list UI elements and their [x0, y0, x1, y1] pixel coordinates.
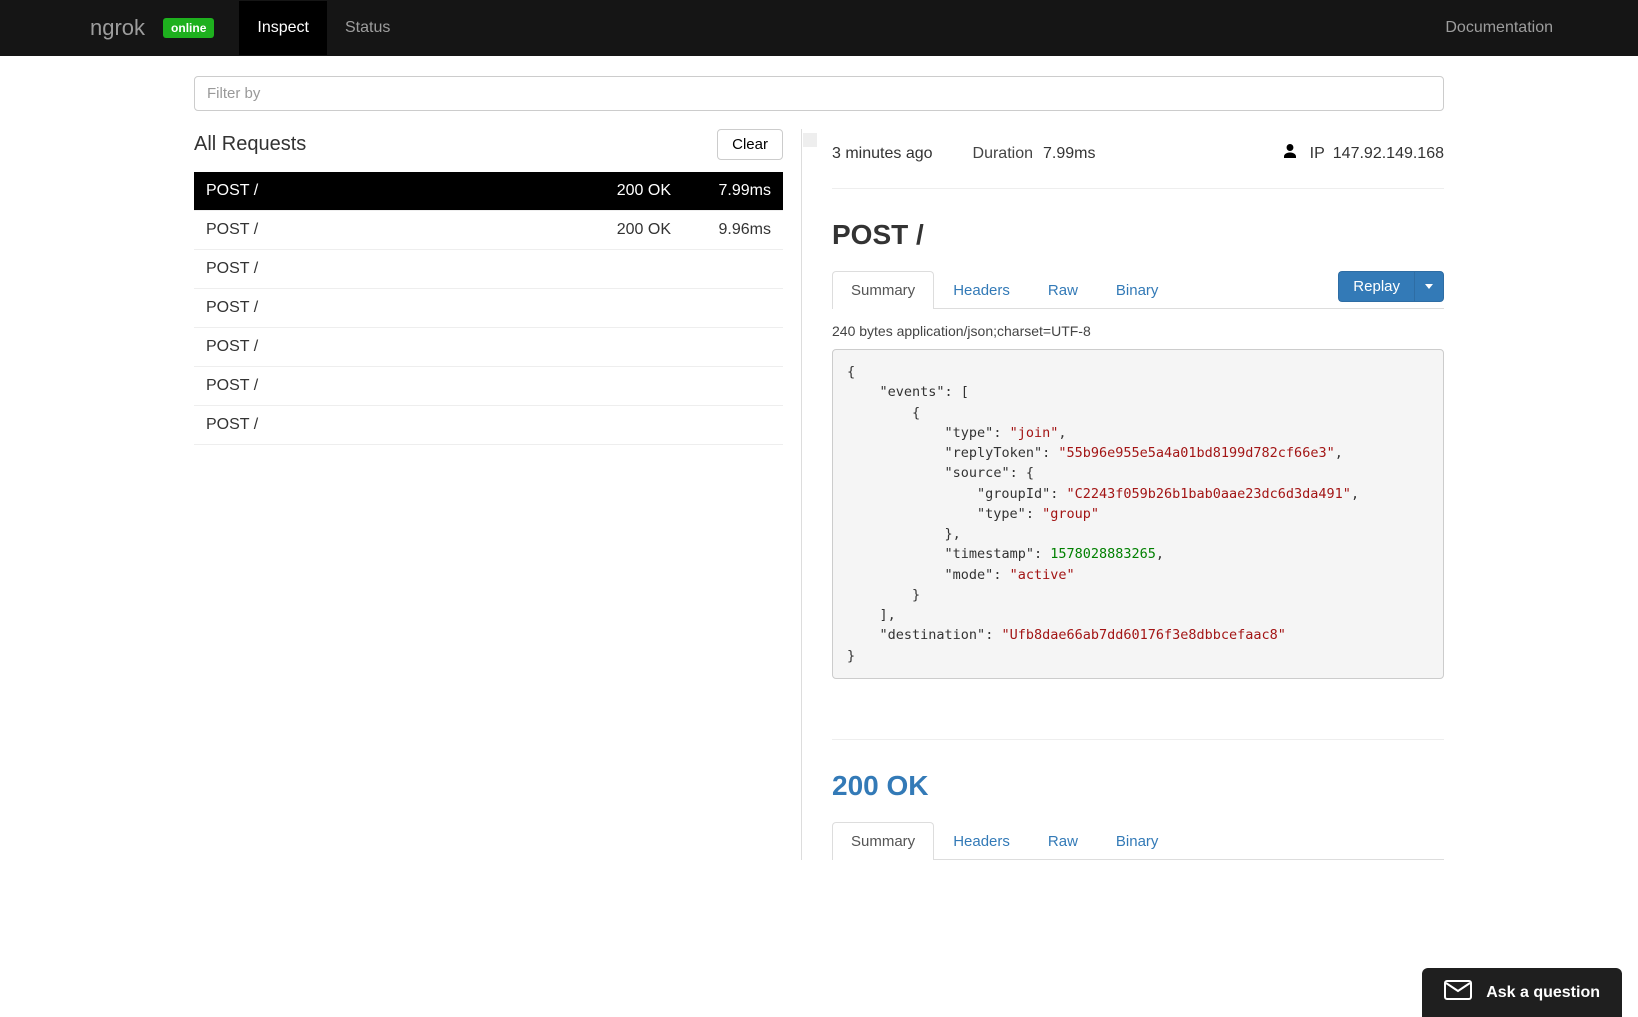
request-row[interactable]: POST / — [194, 406, 783, 445]
request-status — [551, 299, 671, 317]
tab-binary[interactable]: Binary — [1097, 271, 1178, 309]
panes: All Requests Clear POST /200 OK7.99msPOS… — [194, 129, 1444, 860]
detail-meta: 3 minutes ago Duration 7.99ms IP 147.92.… — [832, 129, 1444, 189]
divider-line — [801, 129, 802, 860]
request-heading: POST / — [832, 219, 1444, 251]
request-status — [551, 260, 671, 278]
request-row[interactable]: POST /200 OK9.96ms — [194, 211, 783, 250]
ip-label: IP — [1310, 145, 1325, 163]
request-body-json: { "events": [ { "type": "join", "replyTo… — [832, 349, 1444, 679]
clear-button[interactable]: Clear — [717, 129, 783, 160]
response-tabs: Summary Headers Raw Binary — [832, 822, 1444, 860]
request-list-header: All Requests Clear — [194, 129, 783, 172]
request-row[interactable]: POST / — [194, 250, 783, 289]
request-method-path: POST / — [206, 299, 551, 317]
filter-input[interactable] — [194, 76, 1444, 111]
resp-tab-headers[interactable]: Headers — [934, 822, 1029, 860]
request-age: 3 minutes ago — [832, 145, 933, 163]
request-method-path: POST / — [206, 182, 551, 200]
request-status — [551, 416, 671, 434]
request-time: 9.96ms — [671, 221, 771, 239]
request-row[interactable]: POST / — [194, 367, 783, 406]
request-list: POST /200 OK7.99msPOST /200 OK9.96msPOST… — [194, 172, 783, 445]
request-time — [671, 416, 771, 434]
tab-headers[interactable]: Headers — [934, 271, 1029, 309]
navbar: ngrok online Inspect Status Documentatio… — [0, 0, 1638, 56]
request-time — [671, 377, 771, 395]
request-status — [551, 338, 671, 356]
nav-status[interactable]: Status — [327, 1, 408, 55]
scroll-hint-up — [803, 133, 817, 147]
body-meta: 240 bytes application/json;charset=UTF-8 — [832, 323, 1444, 339]
navbar-left: ngrok online Inspect Status — [20, 1, 1445, 55]
request-list-title: All Requests — [194, 133, 306, 156]
request-row[interactable]: POST /200 OK7.99ms — [194, 172, 783, 211]
detail-pane: 3 minutes ago Duration 7.99ms IP 147.92.… — [818, 129, 1444, 860]
request-row[interactable]: POST / — [194, 328, 783, 367]
request-method-path: POST / — [206, 416, 551, 434]
mail-icon — [1444, 980, 1472, 1005]
request-method-path: POST / — [206, 260, 551, 278]
request-tabs: Summary Headers Raw Binary Replay — [832, 271, 1444, 309]
ask-question-widget[interactable]: Ask a question — [1422, 968, 1622, 1017]
request-status — [551, 377, 671, 395]
request-row[interactable]: POST / — [194, 289, 783, 328]
ask-question-label: Ask a question — [1486, 984, 1600, 1002]
request-status: 200 OK — [551, 182, 671, 200]
tab-raw[interactable]: Raw — [1029, 271, 1097, 309]
user-icon — [1282, 143, 1298, 164]
request-status: 200 OK — [551, 221, 671, 239]
request-time — [671, 338, 771, 356]
request-time — [671, 260, 771, 278]
request-list-pane: All Requests Clear POST /200 OK7.99msPOS… — [194, 129, 784, 860]
replay-group: Replay — [1338, 271, 1444, 302]
duration-label: Duration — [973, 145, 1033, 163]
request-method-path: POST / — [206, 377, 551, 395]
resp-tab-summary[interactable]: Summary — [832, 822, 934, 860]
brand: ngrok — [90, 15, 145, 41]
request-time: 7.99ms — [671, 182, 771, 200]
main-container: All Requests Clear POST /200 OK7.99msPOS… — [194, 56, 1444, 860]
chevron-down-icon — [1425, 284, 1433, 289]
request-method-path: POST / — [206, 221, 551, 239]
response-heading: 200 OK — [832, 739, 1444, 802]
resp-tab-raw[interactable]: Raw — [1029, 822, 1097, 860]
ip-block: IP 147.92.149.168 — [1282, 143, 1444, 164]
replay-button[interactable]: Replay — [1338, 271, 1414, 302]
status-badge: online — [163, 18, 214, 38]
divider — [784, 129, 818, 860]
nav-inspect[interactable]: Inspect — [239, 1, 327, 55]
replay-dropdown[interactable] — [1414, 271, 1444, 302]
duration-value: 7.99ms — [1043, 145, 1095, 163]
request-method-path: POST / — [206, 338, 551, 356]
request-time — [671, 299, 771, 317]
nav-documentation[interactable]: Documentation — [1445, 19, 1553, 37]
resp-tab-binary[interactable]: Binary — [1097, 822, 1178, 860]
tab-summary[interactable]: Summary — [832, 271, 934, 309]
ip-value: 147.92.149.168 — [1333, 145, 1444, 163]
